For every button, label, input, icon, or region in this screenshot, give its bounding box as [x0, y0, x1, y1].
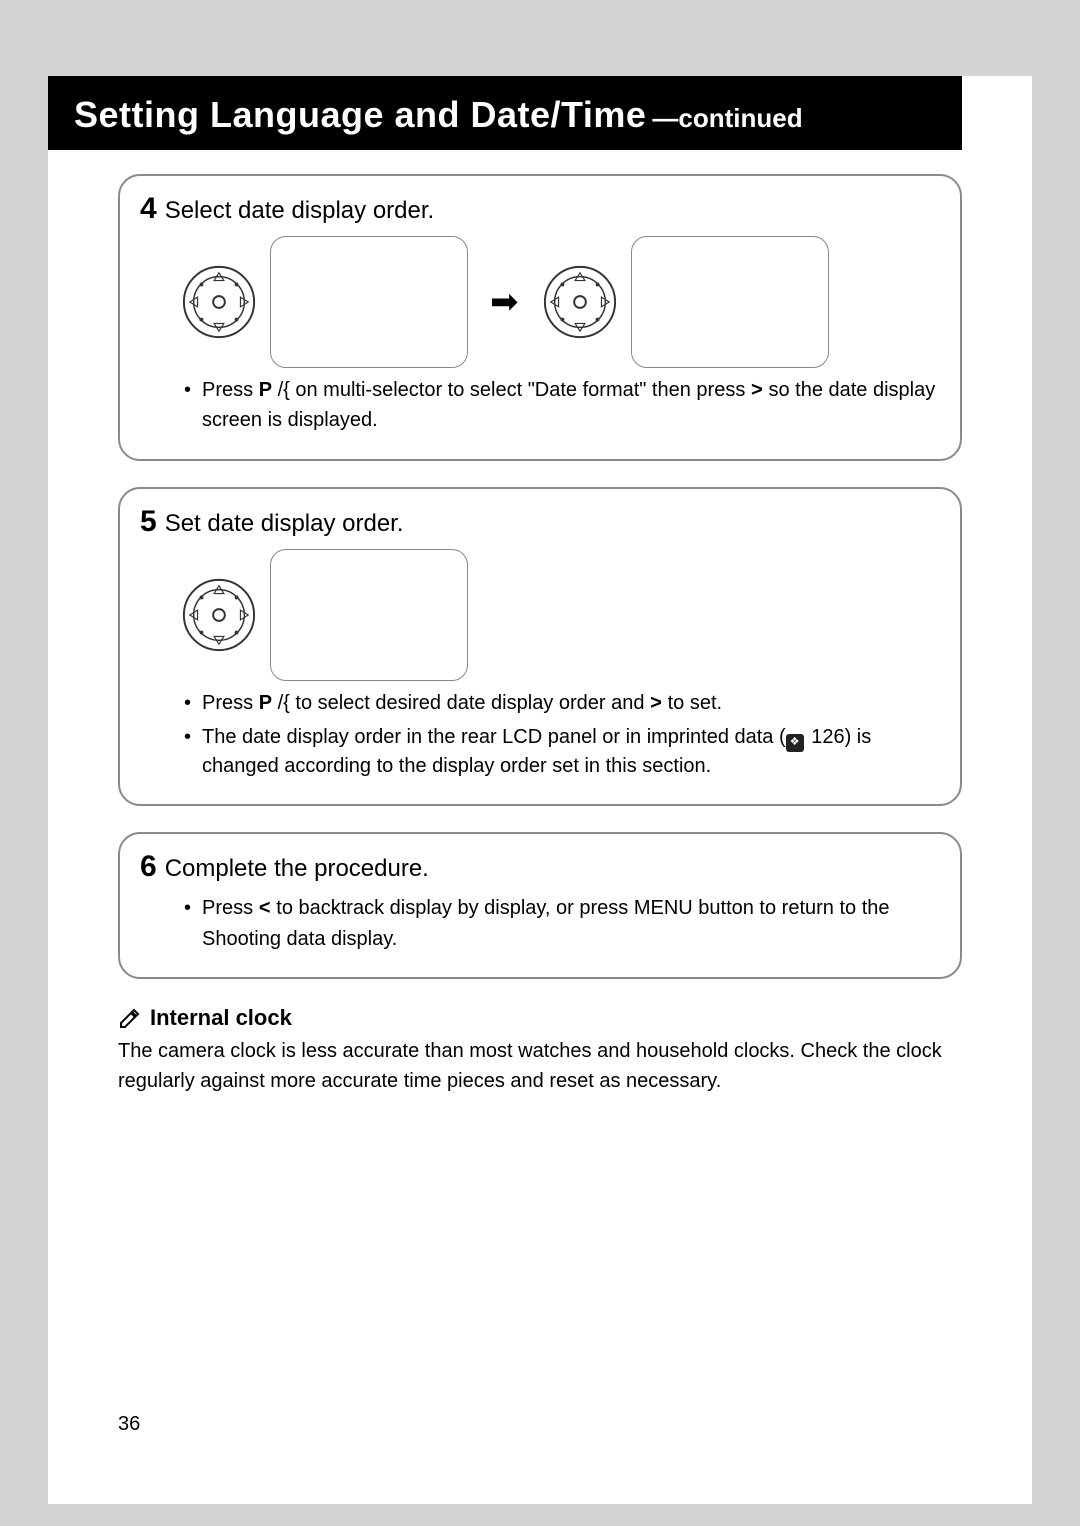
- text-fragment: Press: [202, 897, 259, 919]
- step-6-title: Complete the procedure.: [165, 855, 429, 883]
- text-fragment: /{ to select desired date display order …: [272, 692, 650, 714]
- internal-clock-title: Internal clock: [150, 1005, 292, 1031]
- step-5-bullet-1: Press P /{ to select desired date displa…: [184, 689, 940, 719]
- multi-selector-icon: [180, 576, 258, 654]
- lcd-screen-placeholder: [270, 549, 468, 681]
- step-4-title: Select date display order.: [165, 197, 435, 225]
- step-5-illustration-row: [180, 549, 940, 681]
- pencil-icon: [118, 1006, 142, 1030]
- step-5-number: 5: [140, 505, 157, 539]
- step-6-number: 6: [140, 850, 157, 884]
- text-fragment: Press: [202, 692, 259, 714]
- right-button-symbol: >: [650, 693, 662, 716]
- text-fragment: /{ on multi-selector to select "Date for…: [272, 379, 751, 401]
- text-fragment: to set.: [662, 692, 722, 714]
- multi-selector-icon: [541, 263, 619, 341]
- step-4-illustration-row: ➡: [180, 236, 940, 368]
- chapter-title-bar: Setting Language and Date/Time —continue…: [48, 76, 962, 150]
- internal-clock-body: The camera clock is less accurate than m…: [118, 1037, 962, 1096]
- lcd-screen-placeholder: [631, 236, 829, 368]
- step-6-bullet-1: Press < to backtrack display by display,…: [184, 894, 940, 953]
- step-4-number: 4: [140, 192, 157, 226]
- step-4-bullet-1: Press P /{ on multi-selector to select "…: [184, 376, 940, 435]
- step-4-box: 4 Select date display order.: [118, 174, 962, 461]
- page-reference-number: 126: [811, 726, 844, 748]
- arrow-right-icon: ➡: [490, 285, 519, 319]
- text-fragment: Press: [202, 379, 259, 401]
- page-background: Setting Language and Date/Time —continue…: [0, 0, 1080, 1526]
- step-6-box: 6 Complete the procedure. Press < to bac…: [118, 832, 962, 979]
- step-5-box: 5 Set date display order.: [118, 487, 962, 807]
- step-5-bullet-2: The date display order in the rear LCD p…: [184, 723, 940, 780]
- left-button-symbol: <: [259, 898, 271, 921]
- page: Setting Language and Date/Time —continue…: [48, 76, 1032, 1504]
- multi-selector-icon: [180, 263, 258, 341]
- step-4-header: 4 Select date display order.: [140, 192, 940, 226]
- chapter-title-main: Setting Language and Date/Time: [74, 94, 646, 136]
- lcd-screen-placeholder: [270, 236, 468, 368]
- chapter-title-suffix: —continued: [652, 103, 802, 134]
- right-button-symbol: >: [751, 380, 763, 403]
- text-fragment: to backtrack display by display, or pres…: [202, 897, 890, 949]
- step-6-header: 6 Complete the procedure.: [140, 850, 940, 884]
- text-fragment: The date display order in the rear LCD p…: [202, 726, 786, 748]
- page-number: 36: [118, 1413, 140, 1436]
- step-4-body: Press P /{ on multi-selector to select "…: [184, 376, 940, 435]
- step-5-title: Set date display order.: [165, 510, 404, 538]
- step-5-body: Press P /{ to select desired date displa…: [184, 689, 940, 781]
- step-6-body: Press < to backtrack display by display,…: [184, 894, 940, 953]
- press-symbol: P: [259, 379, 272, 401]
- step-5-header: 5 Set date display order.: [140, 505, 940, 539]
- page-reference-icon: ❖: [786, 734, 804, 752]
- page-content: 4 Select date display order.: [118, 174, 962, 1096]
- press-symbol: P: [259, 692, 272, 714]
- internal-clock-header: Internal clock: [118, 1005, 962, 1031]
